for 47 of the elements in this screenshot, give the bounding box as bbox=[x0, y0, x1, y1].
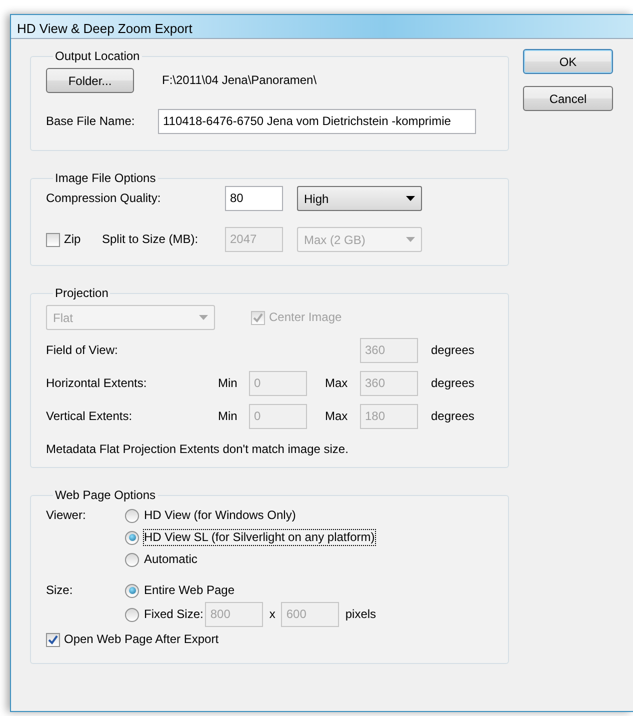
radio-button[interactable] bbox=[125, 530, 139, 544]
field-label: Base File Name: bbox=[46, 114, 136, 129]
max-label: Max bbox=[325, 376, 349, 391]
note-text: Metadata Flat Projection Extents don't match image size. bbox=[46, 442, 350, 457]
dropdown[interactable]: High bbox=[297, 186, 422, 211]
unit-label: degrees bbox=[431, 376, 474, 391]
field-label: Compression Quality: bbox=[46, 191, 162, 206]
checkbox[interactable] bbox=[46, 232, 60, 246]
field-label: Horizontal Extents: bbox=[46, 376, 148, 391]
group-title: Projection bbox=[54, 286, 110, 300]
checkbox-label: Zip bbox=[64, 232, 82, 247]
quality-field[interactable]: 80 bbox=[225, 186, 283, 211]
field-label: Field of View: bbox=[46, 343, 119, 358]
min-label: Min bbox=[218, 409, 238, 424]
group-title: Output Location bbox=[54, 49, 141, 63]
radio-label: Entire Web Page bbox=[144, 583, 234, 598]
field-label: Split to Size (MB): bbox=[102, 232, 200, 247]
group-title: Image File Options bbox=[54, 171, 157, 185]
radio-button[interactable] bbox=[125, 508, 139, 522]
separator-text: x bbox=[269, 607, 276, 622]
max-label: Max bbox=[325, 409, 349, 424]
file-name-field[interactable]: 110418-6476-6750 Jena vom Dietrichstein -komprimie bbox=[158, 109, 476, 134]
cancel-button[interactable]: Cancel bbox=[523, 86, 613, 111]
folder-path: F:\2011\04 Jena\Panoramen\ bbox=[162, 73, 317, 88]
field-label: Viewer: bbox=[46, 508, 87, 524]
radio-button[interactable] bbox=[125, 584, 139, 598]
group-title: Web Page Options bbox=[54, 488, 157, 502]
field-label: Vertical Extents: bbox=[46, 409, 134, 424]
unit-label: pixels bbox=[345, 607, 376, 622]
min-label: Min bbox=[218, 376, 238, 391]
unit-label: degrees bbox=[431, 343, 474, 358]
field-label: Size: bbox=[46, 583, 74, 599]
radio-button[interactable] bbox=[125, 552, 139, 566]
radio-label: Fixed Size: bbox=[144, 607, 204, 622]
checkbox[interactable] bbox=[46, 632, 60, 646]
caret-icon bbox=[199, 315, 208, 320]
unit-label: degrees bbox=[431, 409, 474, 424]
radio-label: HD View (for Windows Only) bbox=[144, 508, 296, 523]
folder-button[interactable]: Folder... bbox=[46, 68, 134, 93]
radio-label: HD View SL (for Silverlight on any platform) bbox=[144, 530, 375, 545]
caret-icon bbox=[406, 196, 415, 201]
ok-button[interactable]: OK bbox=[523, 49, 613, 74]
checkbox-label: Open Web Page After Export bbox=[64, 632, 219, 647]
checkbox-label: Center Image bbox=[269, 310, 342, 325]
window-title: HD View & Deep Zoom Export bbox=[11, 15, 633, 39]
radio-label: Automatic bbox=[144, 552, 198, 567]
caret-icon bbox=[406, 237, 415, 242]
